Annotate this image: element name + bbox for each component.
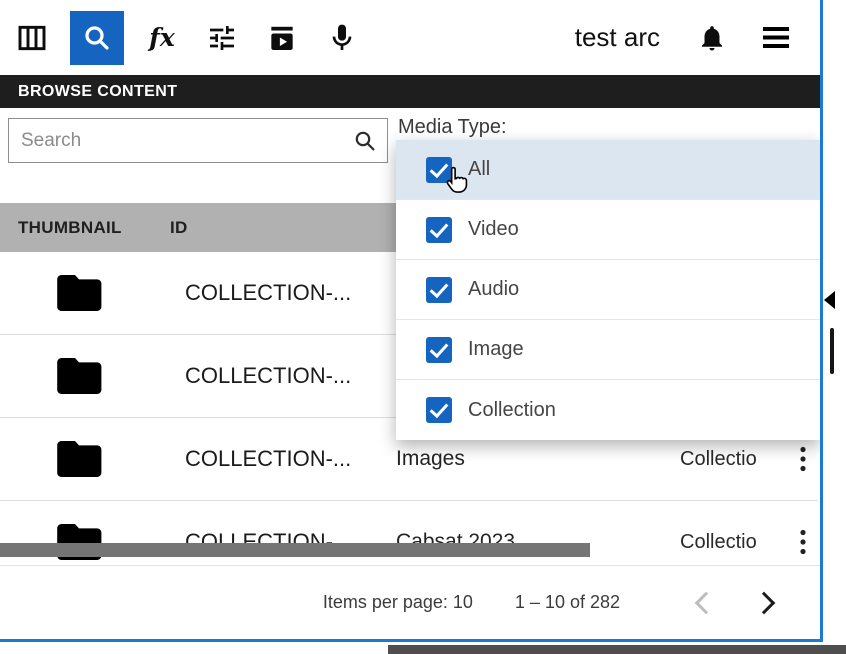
row-menu-button[interactable] <box>788 446 818 472</box>
row-type: Collectio <box>680 531 788 554</box>
kebab-icon <box>800 446 806 472</box>
row-id: COLLECTION-... <box>160 446 396 472</box>
microphone-icon <box>326 22 358 54</box>
subscriptions-icon <box>266 22 298 54</box>
microphone-button[interactable] <box>320 16 364 60</box>
right-gutter <box>823 0 846 654</box>
checkbox-checked-icon[interactable] <box>426 337 452 363</box>
panel-collapse-arrow[interactable] <box>824 291 835 309</box>
folder-icon <box>56 273 104 313</box>
page-range-label: 1 – 10 of 282 <box>515 592 620 613</box>
row-id: COLLECTION-... <box>160 280 396 306</box>
next-page-button[interactable] <box>753 591 776 614</box>
search-field-icon[interactable] <box>353 129 377 153</box>
option-label: Audio <box>468 278 519 301</box>
app-title: test arc <box>575 22 660 53</box>
hamburger-menu-icon <box>763 27 789 48</box>
media-type-option-collection[interactable]: Collection <box>396 380 820 440</box>
checkbox-checked-icon[interactable] <box>426 157 452 183</box>
content-area: Media Type: THUMBNAIL ID COLLECTION-... … <box>0 108 820 565</box>
search-box <box>8 118 388 163</box>
browse-content-bar: BROWSE CONTENT <box>0 75 820 108</box>
filters-tune-button[interactable] <box>200 16 244 60</box>
bell-icon <box>697 23 727 53</box>
option-label: Collection <box>468 399 556 422</box>
option-label: Image <box>468 338 524 361</box>
search-input[interactable] <box>9 130 353 152</box>
window-horizontal-scrollbar[interactable] <box>388 645 846 654</box>
toolbar-right-group: test arc <box>575 16 798 60</box>
search-nav-button[interactable] <box>70 11 124 65</box>
option-label: All <box>468 158 490 181</box>
row-id: COLLECTION-... <box>160 363 396 389</box>
media-type-option-audio[interactable]: Audio <box>396 260 820 320</box>
notifications-button[interactable] <box>690 16 734 60</box>
folder-icon <box>56 439 104 479</box>
search-icon <box>82 23 112 53</box>
fx-icon: fx <box>149 25 175 50</box>
col-header-thumbnail[interactable]: THUMBNAIL <box>0 218 160 238</box>
row-menu-button[interactable] <box>788 529 818 555</box>
paginator: Items per page: 10 1 – 10 of 282 <box>0 565 820 639</box>
media-type-option-image[interactable]: Image <box>396 320 820 380</box>
media-type-dropdown: All Video Audio Image Collection <box>396 140 820 440</box>
checkbox-checked-icon[interactable] <box>426 277 452 303</box>
kebab-icon <box>800 529 806 555</box>
top-toolbar: fx test arc <box>0 0 820 75</box>
folder-icon <box>56 356 104 396</box>
row-title: Images <box>396 447 680 471</box>
film-icon <box>16 22 48 54</box>
option-label: Video <box>468 218 519 241</box>
media-type-label: Media Type: <box>398 116 507 139</box>
media-bin-button[interactable] <box>10 16 54 60</box>
video-queue-button[interactable] <box>260 16 304 60</box>
items-per-page-label[interactable]: Items per page: 10 <box>323 592 473 613</box>
checkbox-checked-icon[interactable] <box>426 217 452 243</box>
media-type-option-all[interactable]: All <box>396 140 820 200</box>
vertical-scrollbar[interactable] <box>830 328 834 374</box>
browse-content-label: BROWSE CONTENT <box>18 83 177 101</box>
toolbar-left-group: fx <box>10 11 364 65</box>
media-type-option-video[interactable]: Video <box>396 200 820 260</box>
checkbox-checked-icon[interactable] <box>426 397 452 423</box>
app-window: fx test arc <box>0 0 823 642</box>
tune-icon <box>206 22 238 54</box>
effects-button[interactable]: fx <box>140 16 184 60</box>
row-type: Collectio <box>680 448 788 471</box>
prev-page-button[interactable] <box>695 591 718 614</box>
horizontal-scrollbar[interactable] <box>0 543 590 557</box>
menu-button[interactable] <box>754 16 798 60</box>
